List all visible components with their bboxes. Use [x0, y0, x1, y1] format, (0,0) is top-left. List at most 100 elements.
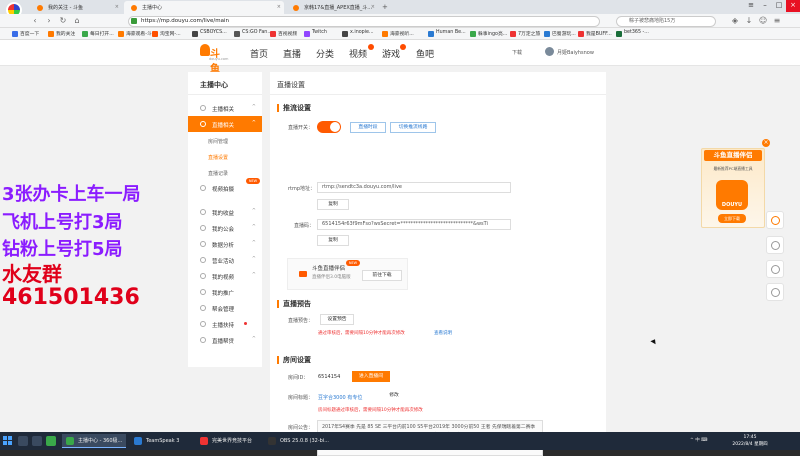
taskbar-app[interactable]: OBS 25.0.8 (32-bi...: [264, 434, 329, 448]
menu-icon[interactable]: ≡: [744, 0, 758, 12]
fullscreen-float-icon[interactable]: [766, 260, 784, 278]
edit-title-button[interactable]: 修改: [380, 391, 408, 402]
sidebar-item-icon: [200, 273, 206, 279]
ad-close-icon[interactable]: ×: [762, 139, 770, 147]
bookmark-item[interactable]: x.inopie...: [342, 30, 374, 37]
sidebar-item[interactable]: 主播相关 ^: [188, 100, 262, 116]
system-tray[interactable]: ^ 中 ⌨: [690, 437, 708, 443]
douyu-app-logo-icon: DOUYU: [716, 180, 748, 210]
refresh-icon[interactable]: ↻: [58, 16, 68, 26]
nav-fishbar[interactable]: 鱼吧: [416, 47, 434, 60]
bookmark-item[interactable]: 我的关注: [48, 30, 75, 37]
bookmark-item[interactable]: CS:GO Fan...: [234, 30, 272, 37]
maximize-icon[interactable]: □: [772, 0, 786, 12]
taskbar-app[interactable]: TeamSpeak 3: [130, 434, 192, 448]
close-tab-icon[interactable]: ×: [277, 4, 281, 10]
bookmark-item[interactable]: 我是BUFF...: [578, 30, 612, 37]
logo-sub: douyu.com: [209, 57, 229, 61]
bookmark-item[interactable]: 百度一下: [12, 30, 39, 37]
rtmp-label: rtmp地址：: [288, 186, 316, 192]
user-icon[interactable]: ☺: [758, 16, 768, 26]
forward-icon[interactable]: ›: [44, 16, 54, 26]
schedule-button[interactable]: 直播时段: [350, 122, 386, 133]
home-float-icon[interactable]: [766, 236, 784, 254]
search-input[interactable]: 粽子被悲痛地陷15万: [616, 16, 716, 27]
taskbar: 主播中心 - 360极... TeamSpeak 3 完美世界竞技平台 OBS 25.…: [0, 432, 800, 450]
douyu-favicon-icon: [37, 5, 43, 11]
sidebar-item[interactable]: 我的视频 ^: [188, 268, 262, 284]
download-button[interactable]: 下载: [512, 49, 522, 56]
copy-key-button[interactable]: 复制: [317, 235, 349, 246]
chevron-up-icon: ^: [251, 224, 256, 230]
close-tab-icon[interactable]: ×: [371, 4, 375, 10]
bookmark-item[interactable]: bet365 -...: [616, 30, 649, 37]
sidebar-item[interactable]: 主播扶持: [188, 316, 262, 332]
task-view-icon[interactable]: [32, 436, 42, 446]
back-icon[interactable]: ‹: [30, 16, 40, 26]
sidebar-subitem[interactable]: 直播记录: [208, 170, 228, 177]
taskbar-app[interactable]: 完美世界竞技平台: [196, 434, 260, 448]
bookmark-item[interactable]: 每日打开...: [82, 30, 114, 37]
download-icon[interactable]: ↓: [744, 16, 754, 26]
nav-games[interactable]: 游戏: [382, 47, 400, 60]
ad-download-button[interactable]: 立即下载: [718, 214, 746, 223]
minimize-icon[interactable]: –: [758, 0, 772, 12]
overlay-line: 461501436: [2, 285, 140, 310]
sidebar-item[interactable]: 数据分析 ^: [188, 236, 262, 252]
close-window-icon[interactable]: ×: [786, 0, 800, 12]
clock[interactable]: 17:45 2022/8/4 星期四: [728, 434, 772, 448]
nav-home[interactable]: 首页: [250, 47, 268, 60]
bookmark-item[interactable]: 海豪观看-斗...: [118, 30, 156, 37]
close-tab-icon[interactable]: ×: [115, 4, 119, 10]
username[interactable]: 月姬Baiyhsnow: [557, 49, 594, 56]
bookmark-item[interactable]: 躲事ingo亮...: [470, 30, 507, 37]
sidebar-subitem[interactable]: 直播设置: [208, 154, 228, 161]
set-preview-button[interactable]: 设置预告: [320, 314, 354, 325]
browser-tab[interactable]: 我的关注 - 斗鱼 ×: [30, 1, 122, 14]
preview-help-link[interactable]: 查看说明: [434, 330, 452, 336]
avatar[interactable]: [545, 47, 554, 56]
play-float-icon[interactable]: [766, 211, 784, 229]
nav-category[interactable]: 分类: [316, 47, 334, 60]
bookmark-item[interactable]: Human Be...: [428, 30, 466, 37]
bookmark-item[interactable]: 巴蜀游玩...: [544, 30, 576, 37]
sidebar-subitem[interactable]: 房间管理: [208, 138, 228, 145]
browser-tab-active[interactable]: 主播中心 ×: [124, 1, 284, 14]
bookmark-item[interactable]: 百视视频: [270, 30, 297, 37]
bookmark-item[interactable]: 淘宝网-...: [152, 30, 181, 37]
nav-live[interactable]: 直播: [283, 47, 301, 60]
home-icon[interactable]: ⌂: [72, 16, 82, 26]
switch-line-button[interactable]: 切换推流线路: [390, 122, 436, 133]
browser-taskbar-icon[interactable]: [46, 436, 56, 446]
sidebar-item[interactable]: 我的收益 ^: [188, 204, 262, 220]
taskbar-app[interactable]: 主播中心 - 360极...: [62, 434, 126, 448]
sidebar-item[interactable]: 直播相关 ^: [188, 116, 262, 132]
rtmp-field[interactable]: rtmp://sendtc3a.douyu.com/live: [317, 182, 511, 193]
sidebar-item[interactable]: 帮会管理: [188, 300, 262, 316]
douyu-logo[interactable]: 斗鱼 douyu.com: [200, 44, 229, 75]
copy-rtmp-button[interactable]: 复制: [317, 199, 349, 210]
live-switch-toggle[interactable]: [317, 121, 341, 133]
bookmark-item[interactable]: Twitch: [304, 30, 327, 37]
bookmark-item[interactable]: 海豪视听...: [382, 30, 414, 37]
windows-start-icon[interactable]: [3, 436, 13, 446]
enter-room-button[interactable]: 进入直播间: [352, 371, 390, 382]
search-icon[interactable]: [18, 436, 28, 446]
extension-icon[interactable]: ◈: [730, 16, 740, 26]
url-input[interactable]: https://mp.douyu.com/live/main: [128, 16, 600, 27]
stream-key-field[interactable]: 6514154r63f9mFso?wsSecret=**************…: [317, 219, 511, 230]
bookmark-item[interactable]: 7万定之旅: [510, 30, 540, 37]
support-float-icon[interactable]: [766, 283, 784, 301]
new-tag: NEW: [346, 260, 360, 266]
bookmark-item[interactable]: CSBOYCS...: [192, 30, 227, 37]
preview-label: 直播预告：: [288, 318, 314, 324]
sidebar-item[interactable]: 我的推广: [188, 284, 262, 300]
browser-tab[interactable]: 京韩17&直播_APEX直播_斗... ×: [286, 1, 378, 14]
menu-icon[interactable]: ≡: [772, 16, 782, 26]
helper-download-button[interactable]: 前往下载: [362, 270, 402, 281]
sidebar-item[interactable]: 营业活动 ^: [188, 252, 262, 268]
sidebar-item[interactable]: 我的公会 ^: [188, 220, 262, 236]
sidebar-item[interactable]: 直播帮贷 ^: [188, 332, 262, 348]
nav-video[interactable]: 视频: [349, 47, 367, 60]
new-tab-icon[interactable]: +: [382, 3, 388, 11]
